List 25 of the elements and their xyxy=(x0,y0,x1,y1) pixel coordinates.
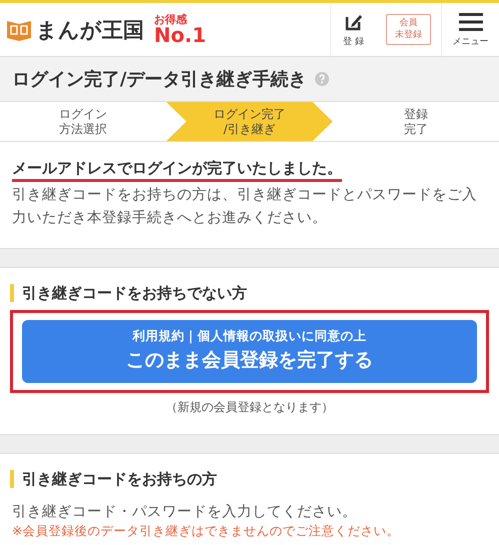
step-label: /引き継ぎ xyxy=(223,122,276,136)
instruction-text: 引き継ぎコードをお持ちの方は、引き継ぎコードとパスワードをご入力いただき本登録手続きへとお進みください。 xyxy=(12,186,478,228)
step-label: ログイン xyxy=(59,107,108,122)
menu-icon xyxy=(458,12,482,32)
complete-registration-button[interactable]: 利用規約｜個人情報の取扱いに同意の上 このまま会員登録を完了する xyxy=(22,320,477,383)
section-heading: 引き継ぎコードをお持ちでない方 xyxy=(10,284,489,302)
step-label: 完了 xyxy=(404,122,428,136)
instruction-text: 引き継ぎコード・パスワードを入力してください。 xyxy=(12,502,358,521)
badge-caption: お得感 xyxy=(154,14,188,25)
note-text: （新規の会員登録となります） xyxy=(164,398,334,416)
warning-text: ※会員登録後のデータ引き継ぎはできませんのでご注意ください。 xyxy=(12,522,400,540)
help-icon[interactable] xyxy=(314,72,329,86)
member-status-text: 未登録 xyxy=(395,30,422,42)
step-label: ログイン完了 xyxy=(213,107,286,122)
step-label: 登録 xyxy=(404,107,428,122)
step-label: 方法選択 xyxy=(59,122,108,136)
login-complete-message: メールアドレスでログインが完了いたしました。 xyxy=(12,159,342,182)
register-button[interactable]: 登 録 xyxy=(330,3,376,56)
section-heading: 引き継ぎコードをお持ちの方 xyxy=(10,470,489,488)
badge-rank: No.1 xyxy=(154,25,206,45)
page-title: ログイン完了/データ引き継ぎ手続き xyxy=(12,68,307,91)
logo-text[interactable]: まんが王国 xyxy=(36,16,144,44)
book-icon xyxy=(6,18,32,40)
menu-button[interactable]: メニュー xyxy=(441,3,499,56)
member-status-text: 会員 xyxy=(398,18,418,30)
